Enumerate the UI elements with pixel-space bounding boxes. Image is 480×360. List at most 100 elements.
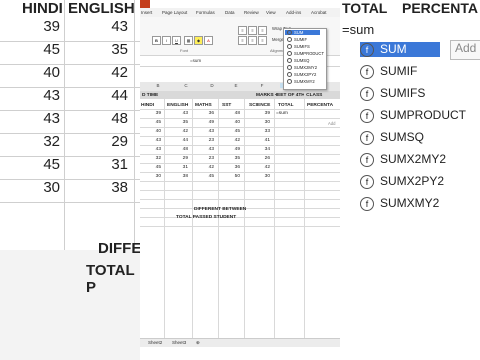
sheet-tab-sheet3[interactable]: Sheet3: [172, 340, 186, 345]
new-sheet-icon[interactable]: ⊕: [196, 340, 200, 346]
column-header[interactable]: E: [226, 83, 246, 88]
cell[interactable]: 39: [142, 111, 161, 116]
header-cell[interactable]: SST: [222, 103, 231, 108]
cell[interactable]: 34: [248, 147, 270, 152]
function-icon: f: [360, 196, 374, 211]
autocomplete-label: SUM: [294, 30, 304, 35]
file-tab[interactable]: [140, 0, 150, 8]
header-cell[interactable]: ENGLISH: [167, 103, 188, 108]
cell[interactable]: 48: [220, 111, 240, 116]
cell[interactable]: 35: [168, 120, 188, 125]
cell[interactable]: 36: [220, 165, 240, 170]
tab-data[interactable]: Data: [225, 10, 235, 15]
cell[interactable]: 45: [142, 120, 161, 125]
cell[interactable]: 48: [168, 147, 188, 152]
left-zoom-background: HINDI ENGLISH 39 43 45 35 40 42 43 44 43…: [0, 0, 140, 360]
column-header[interactable]: C: [176, 83, 196, 88]
font-group-label: Font: [180, 48, 189, 53]
align-top-icon[interactable]: ≡: [238, 26, 247, 35]
cell[interactable]: 42: [248, 165, 270, 170]
cell[interactable]: 49: [220, 147, 240, 152]
autocomplete-label: SUMSQ: [294, 58, 310, 63]
autocomplete-item[interactable]: SUMIF: [287, 37, 307, 43]
cell[interactable]: 31: [168, 165, 188, 170]
tab-acrobat[interactable]: Acrobat: [311, 10, 327, 15]
header-cell[interactable]: SCIENCE: [249, 103, 270, 108]
tab-formulas[interactable]: Formulas: [196, 10, 215, 15]
autocomplete-item[interactable]: SUMXMY2: [287, 79, 315, 85]
border-icon[interactable]: ▦: [184, 36, 193, 45]
header-cell[interactable]: TOTAL: [278, 103, 294, 108]
cell[interactable]: 36: [194, 111, 214, 116]
cell[interactable]: 26: [248, 156, 270, 161]
cell[interactable]: 41: [248, 138, 270, 143]
tab-review[interactable]: Review: [244, 10, 259, 15]
formula-bar-input[interactable]: =sum: [190, 58, 201, 63]
cell[interactable]: 38: [168, 174, 188, 179]
cell[interactable]: 35: [220, 156, 240, 161]
bold-icon[interactable]: B: [152, 36, 161, 45]
cell[interactable]: 43: [142, 138, 161, 143]
cell[interactable]: 29: [168, 156, 188, 161]
header-cell[interactable]: PERCENTA: [307, 103, 333, 108]
align-middle-icon[interactable]: ≡: [248, 26, 257, 35]
zoom-popup-item: f SUMX2MY2: [360, 152, 446, 167]
function-icon: f: [360, 64, 374, 79]
column-header[interactable]: B: [148, 83, 168, 88]
cell[interactable]: 43: [194, 147, 214, 152]
cell[interactable]: 40: [220, 120, 240, 125]
autocomplete-popup: SUM SUMIF SUMIFS SUMPRODUCT SUMSQ SUMX2M…: [283, 28, 327, 90]
column-header[interactable]: D: [202, 83, 222, 88]
autocomplete-item[interactable]: SUMPRODUCT: [287, 51, 324, 57]
cell[interactable]: 40: [142, 129, 161, 134]
cell[interactable]: 42: [220, 138, 240, 143]
cell[interactable]: 33: [248, 129, 270, 134]
underline-icon[interactable]: U: [172, 36, 181, 45]
cell[interactable]: 49: [194, 120, 214, 125]
sheet-tab-sheet2[interactable]: Sheet2: [148, 340, 162, 345]
autocomplete-item[interactable]: SUMX2PY2: [287, 72, 316, 78]
cell[interactable]: 44: [168, 138, 188, 143]
italic-icon[interactable]: I: [162, 36, 171, 45]
cell[interactable]: 50: [220, 174, 240, 179]
cell[interactable]: 42: [168, 129, 188, 134]
font-color-icon[interactable]: A: [204, 36, 213, 45]
cell[interactable]: 45: [194, 174, 214, 179]
tab-view[interactable]: View: [266, 10, 276, 15]
cell[interactable]: 23: [194, 156, 214, 161]
align-right-icon[interactable]: ≡: [258, 36, 267, 45]
align-bottom-icon[interactable]: ≡: [258, 26, 267, 35]
cell[interactable]: 30: [248, 174, 270, 179]
header-cell[interactable]: HINDI: [141, 103, 154, 108]
cell[interactable]: 43: [142, 147, 161, 152]
add-button[interactable]: Add: [328, 121, 335, 126]
cell[interactable]: 42: [194, 165, 214, 170]
function-icon: [287, 58, 292, 64]
cell[interactable]: 43: [194, 129, 214, 134]
autocomplete-item[interactable]: SUMSQ: [287, 58, 310, 64]
tab-addins[interactable]: Add-ins: [286, 10, 301, 15]
column-header[interactable]: F: [252, 83, 272, 88]
align-center-icon[interactable]: ≡: [248, 36, 257, 45]
autocomplete-item[interactable]: SUMIFS: [287, 44, 310, 50]
zoom-total-label: TOTAL P: [86, 262, 135, 296]
empty-row: [140, 182, 340, 191]
cell[interactable]: 45: [220, 129, 240, 134]
cell[interactable]: 39: [248, 111, 270, 116]
cell[interactable]: 43: [168, 111, 188, 116]
header-cell[interactable]: MATHS: [195, 103, 212, 108]
cell[interactable]: 23: [194, 138, 214, 143]
cell[interactable]: 45: [142, 165, 161, 170]
zoom-cell: 45: [43, 156, 60, 173]
cell[interactable]: 30: [248, 120, 270, 125]
autocomplete-item[interactable]: SUM: [285, 30, 320, 36]
zoom-diff-label: DIFFER: [98, 240, 140, 257]
cell[interactable]: 30: [142, 174, 161, 179]
align-left-icon[interactable]: ≡: [238, 36, 247, 45]
tab-page-layout[interactable]: Page Layout: [162, 10, 187, 15]
fill-color-icon[interactable]: ◆: [194, 36, 203, 45]
tab-insert[interactable]: Insert: [141, 10, 152, 15]
cell[interactable]: 32: [142, 156, 161, 161]
autocomplete-item[interactable]: SUMX2MY2: [287, 65, 317, 71]
active-cell[interactable]: =sum: [276, 111, 288, 116]
